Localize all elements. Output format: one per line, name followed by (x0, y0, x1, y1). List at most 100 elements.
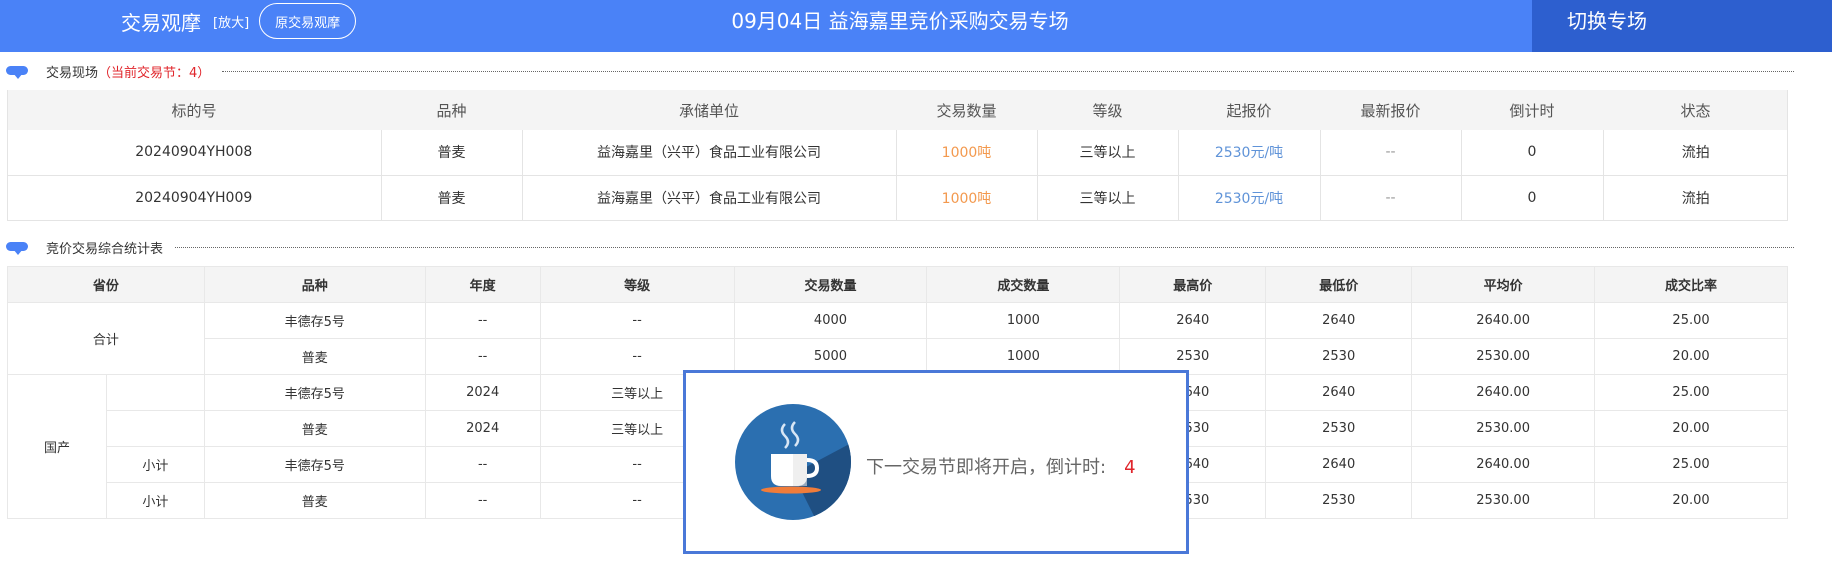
col-storage-unit: 承储单位 (522, 90, 896, 130)
chat-bubble-icon (6, 239, 28, 255)
trade-quantity: 1000吨 (896, 175, 1038, 221)
switch-session-button[interactable]: 切换专场 (1532, 0, 1832, 52)
table-row: 合计 丰德存5号 -- -- 4000 1000 2640 2640 2640.… (7, 302, 1788, 375)
status: 流拍 (1603, 175, 1788, 221)
col-year: 年度 (424, 266, 541, 303)
countdown-message: 下一交易节即将开启，倒计时: (866, 457, 1107, 478)
zoom-link[interactable]: [放大] (213, 12, 249, 31)
min-price: 2530 (1265, 410, 1413, 447)
original-view-button[interactable]: 原交易观摩 (259, 3, 357, 39)
status: 流拍 (1603, 130, 1788, 176)
col-latest-price: 最新报价 (1320, 90, 1461, 130)
lot-number: 20240904YH009 (7, 175, 382, 221)
col-variety: 品种 (203, 266, 426, 303)
section-divider (175, 246, 1794, 248)
col-grade: 等级 (539, 266, 735, 303)
col-trade-quantity: 交易数量 (896, 90, 1037, 130)
group-domestic: 国产 (7, 374, 107, 519)
countdown-message-row: 下一交易节即将开启，倒计时: 4 (866, 453, 1136, 479)
col-status: 状态 (1603, 90, 1788, 130)
col-grade: 等级 (1037, 90, 1178, 130)
header-left: 交易观摩 [放大] 原交易观摩 (121, 3, 357, 39)
top-bar: 交易观摩 [放大] 原交易观摩 09月04日 益海嘉里竞价采购交易专场 切换专场 (0, 0, 1832, 52)
variety: 普麦 (381, 175, 523, 221)
col-countdown: 倒计时 (1461, 90, 1603, 130)
trade-quantity: 1000吨 (896, 130, 1038, 176)
storage-unit: 益海嘉里（兴平）食品工业有限公司 (522, 175, 897, 221)
deal-ratio: 20.00 (1594, 410, 1788, 447)
avg-price: 2530.00 (1411, 338, 1596, 375)
sub-label (105, 374, 205, 411)
deal-ratio: 20.00 (1594, 482, 1788, 519)
table-row: 20240904YH009 普麦 益海嘉里（兴平）食品工业有限公司 1000吨 … (7, 175, 1788, 221)
col-lot-number: 标的号 (7, 90, 381, 130)
countdown-value: 4 (1124, 457, 1136, 478)
countdown: 0 (1461, 130, 1604, 176)
variety: 丰德存5号 (203, 446, 426, 483)
variety: 普麦 (203, 482, 426, 519)
col-trade-quantity: 交易数量 (733, 266, 928, 303)
deal-quantity: 1000 (926, 302, 1121, 339)
section-title-trade: 交易现场 (46, 65, 99, 81)
col-avg-price: 平均价 (1411, 266, 1596, 303)
year: -- (424, 482, 541, 519)
current-session-label: （当前交易节：4） (98, 65, 211, 81)
min-price: 2530 (1265, 338, 1413, 375)
grade: 三等以上 (1037, 130, 1179, 176)
section-header-trade: 交易现场 （当前交易节：4） (6, 61, 1794, 81)
min-price: 2530 (1265, 482, 1413, 519)
deal-ratio: 25.00 (1594, 446, 1788, 483)
variety: 普麦 (203, 410, 426, 447)
min-price: 2640 (1265, 374, 1413, 411)
year: 2024 (424, 410, 541, 447)
variety: 普麦 (203, 338, 426, 375)
table-row: 20240904YH008 普麦 益海嘉里（兴平）食品工业有限公司 1000吨 … (7, 130, 1788, 176)
col-max-price: 最高价 (1119, 266, 1267, 303)
year: -- (424, 446, 541, 483)
latest-price: -- (1320, 175, 1462, 221)
storage-unit: 益海嘉里（兴平）食品工业有限公司 (522, 130, 897, 176)
lot-number: 20240904YH008 (7, 130, 382, 176)
avg-price: 2640.00 (1411, 446, 1596, 483)
avg-price: 2530.00 (1411, 410, 1596, 447)
avg-price: 2640.00 (1411, 374, 1596, 411)
col-deal-quantity: 成交数量 (926, 266, 1121, 303)
variety: 丰德存5号 (203, 302, 426, 339)
start-price: 2530元/吨 (1178, 130, 1321, 176)
col-deal-ratio: 成交比率 (1594, 266, 1788, 303)
countdown-modal: 下一交易节即将开启，倒计时: 4 (683, 370, 1189, 554)
deal-ratio: 20.00 (1594, 338, 1788, 375)
deal-ratio: 25.00 (1594, 374, 1788, 411)
trade-quantity: 4000 (733, 302, 928, 339)
section-header-stats: 竞价交易综合统计表 (6, 237, 1794, 257)
section-divider (222, 70, 1794, 72)
coffee-cup-icon (735, 404, 851, 520)
section-title-stats: 竞价交易综合统计表 (46, 241, 164, 257)
sub-label (105, 410, 205, 447)
col-min-price: 最低价 (1265, 266, 1413, 303)
col-variety: 品种 (381, 90, 522, 130)
col-province: 省份 (7, 266, 205, 303)
max-price: 2640 (1119, 302, 1267, 339)
chat-bubble-icon (6, 63, 28, 79)
year: 2024 (424, 374, 541, 411)
variety: 普麦 (381, 130, 523, 176)
start-price: 2530元/吨 (1178, 175, 1321, 221)
stats-table-header: 省份 品种 年度 等级 交易数量 成交数量 最高价 最低价 平均价 成交比率 (7, 266, 1788, 303)
grade: -- (539, 302, 735, 339)
avg-price: 2530.00 (1411, 482, 1596, 519)
trade-table-header: 标的号 品种 承储单位 交易数量 等级 起报价 最新报价 倒计时 状态 (7, 90, 1788, 130)
sub-label: 小计 (105, 446, 205, 483)
variety: 丰德存5号 (203, 374, 426, 411)
avg-price: 2640.00 (1411, 302, 1596, 339)
year: -- (424, 338, 541, 375)
grade: 三等以上 (1037, 175, 1179, 221)
min-price: 2640 (1265, 302, 1413, 339)
deal-ratio: 25.00 (1594, 302, 1788, 339)
trade-table: 标的号 品种 承储单位 交易数量 等级 起报价 最新报价 倒计时 状态 2024… (7, 90, 1788, 221)
min-price: 2640 (1265, 446, 1413, 483)
group-total: 合计 (7, 302, 205, 375)
brand-title: 交易观摩 (121, 10, 201, 35)
year: -- (424, 302, 541, 339)
col-start-price: 起报价 (1178, 90, 1320, 130)
